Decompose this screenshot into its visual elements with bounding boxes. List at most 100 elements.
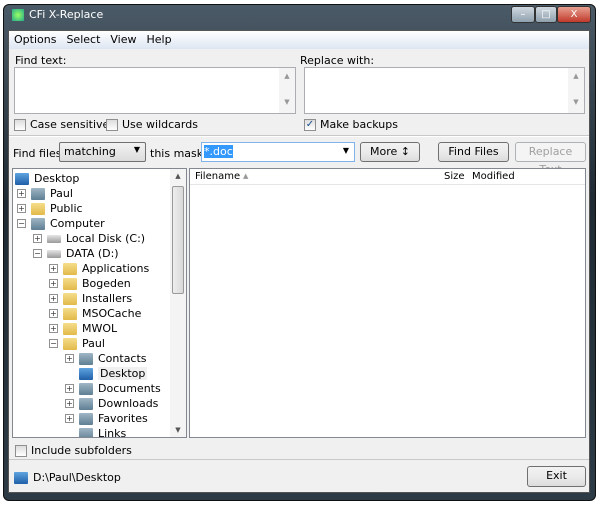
tree-item-label: Downloads	[98, 397, 159, 410]
divider	[9, 459, 589, 460]
find-files-label: Find files	[13, 147, 62, 160]
menu-view[interactable]: View	[105, 31, 141, 49]
checkbox-box	[106, 118, 118, 131]
tree-item-label: MSOCache	[82, 307, 142, 320]
desktop-icon	[14, 471, 28, 484]
make-backups-checkbox[interactable]: ✓ Make backups	[304, 118, 398, 131]
replace-with-input[interactable]: ▲ ▼	[304, 67, 585, 114]
include-subfolders-label: Include subfolders	[31, 444, 132, 457]
tree-item[interactable]: Bogeden	[63, 276, 131, 291]
folder-icon	[63, 277, 77, 290]
tree-scrollbar[interactable]: ▲ ▼	[170, 169, 186, 437]
replace-with-label: Replace with:	[300, 54, 375, 67]
include-subfolders-checkbox[interactable]: Include subfolders	[15, 444, 132, 457]
tree-item[interactable]: Local Disk (C:)	[47, 231, 145, 246]
tree-item[interactable]: Desktop	[15, 171, 79, 186]
tree-item[interactable]: Contacts	[79, 351, 147, 366]
collapse-icon[interactable]: −	[17, 219, 26, 228]
menu-select[interactable]: Select	[61, 31, 105, 49]
title-bar: CFi X-Replace	[12, 8, 103, 21]
expand-icon[interactable]: +	[65, 354, 74, 363]
tree-item-label: Computer	[50, 217, 105, 230]
user-folder-icon	[31, 187, 45, 200]
tree-item[interactable]: Favorites	[79, 411, 148, 426]
tree-item[interactable]: Computer	[31, 216, 105, 231]
collapse-icon[interactable]: −	[33, 249, 42, 258]
divider	[9, 135, 589, 137]
tree-item[interactable]: Desktop	[79, 366, 148, 381]
column-size[interactable]: Size	[444, 171, 465, 182]
collapse-icon[interactable]: −	[49, 339, 58, 348]
folder-icon	[63, 322, 77, 335]
current-path: D:\Paul\Desktop	[14, 471, 121, 484]
folder-tree[interactable]: Desktop Paul + Public + Computer − Local Disk (…	[12, 168, 187, 438]
folder-icon	[31, 202, 45, 215]
find-text-input[interactable]: ▲ ▼	[14, 67, 296, 114]
links-icon	[79, 427, 93, 437]
tree-item[interactable]: Public	[31, 201, 83, 216]
close-button[interactable]: X	[557, 6, 591, 23]
chevron-down-icon: ▼	[133, 145, 140, 154]
maximize-button[interactable]: □	[535, 6, 557, 23]
match-mode-dropdown[interactable]: matching ▼	[59, 142, 146, 162]
menu-help[interactable]: Help	[142, 31, 177, 49]
make-backups-label: Make backups	[320, 118, 398, 131]
folder-icon	[63, 307, 77, 320]
column-filename[interactable]: Filename	[195, 171, 240, 182]
expand-icon[interactable]: +	[49, 279, 58, 288]
tree-item[interactable]: Paul	[63, 336, 105, 351]
expand-icon[interactable]: +	[49, 264, 58, 273]
mask-combobox[interactable]: *.doc ▼	[201, 142, 355, 162]
find-files-button[interactable]: Find Files	[438, 142, 509, 162]
tree-item-label: Desktop	[34, 172, 80, 185]
tree-item[interactable]: Downloads	[79, 396, 158, 411]
tree-item-label: Installers	[82, 292, 133, 305]
tree-item[interactable]: Applications	[63, 261, 149, 276]
expand-icon[interactable]: +	[65, 399, 74, 408]
column-modified[interactable]: Modified	[472, 171, 515, 182]
tree-item[interactable]: DATA (D:)	[47, 246, 119, 261]
use-wildcards-checkbox[interactable]: Use wildcards	[106, 118, 198, 131]
expand-icon[interactable]: +	[49, 324, 58, 333]
expand-icon[interactable]: +	[33, 234, 42, 243]
replace-text-button[interactable]: Replace Text	[515, 142, 586, 176]
tree-item[interactable]: Documents	[79, 381, 161, 396]
scroll-down-icon[interactable]: ▼	[170, 426, 186, 434]
tree-item-label: Applications	[82, 262, 150, 275]
find-text-scrollbar[interactable]: ▲ ▼	[279, 68, 295, 113]
contacts-icon	[79, 352, 93, 365]
tree-item[interactable]: Links	[79, 426, 126, 437]
expand-icon[interactable]: +	[17, 189, 26, 198]
minimize-button[interactable]: –	[511, 6, 535, 23]
more-button[interactable]: More ↕	[360, 142, 420, 162]
tree-item[interactable]: MWOL	[63, 321, 117, 336]
mask-value: *.doc	[204, 145, 233, 158]
checkbox-box	[14, 118, 26, 131]
folder-icon	[63, 292, 77, 305]
computer-icon	[31, 217, 45, 230]
scrollbar-thumb[interactable]	[172, 186, 184, 294]
find-text-label: Find text:	[15, 54, 67, 67]
expand-icon[interactable]: +	[49, 294, 58, 303]
replace-with-scrollbar[interactable]: ▲ ▼	[568, 68, 584, 113]
window-title: CFi X-Replace	[29, 8, 104, 21]
scroll-up-icon[interactable]: ▲	[170, 172, 186, 180]
file-list[interactable]: Filename ▲ Size Modified	[189, 168, 586, 438]
expand-icon[interactable]: +	[49, 309, 58, 318]
case-sensitive-checkbox[interactable]: Case sensitive	[14, 118, 109, 131]
file-list-header: Filename ▲ Size Modified	[190, 169, 585, 185]
tree-item[interactable]: Paul	[31, 186, 73, 201]
drive-icon	[47, 234, 61, 243]
tree-item[interactable]: Installers	[63, 291, 132, 306]
folder-icon	[63, 337, 77, 350]
use-wildcards-label: Use wildcards	[122, 118, 198, 131]
expand-icon[interactable]: +	[17, 204, 26, 213]
checkmark-icon: ✓	[304, 118, 316, 131]
tree-item[interactable]: MSOCache	[63, 306, 141, 321]
expand-icon[interactable]: +	[65, 384, 74, 393]
menu-options[interactable]: Options	[9, 31, 61, 49]
exit-button[interactable]: Exit	[527, 466, 586, 487]
tree-item-label: Contacts	[98, 352, 147, 365]
expand-icon[interactable]: +	[65, 414, 74, 423]
sort-ascending-icon: ▲	[243, 172, 249, 180]
